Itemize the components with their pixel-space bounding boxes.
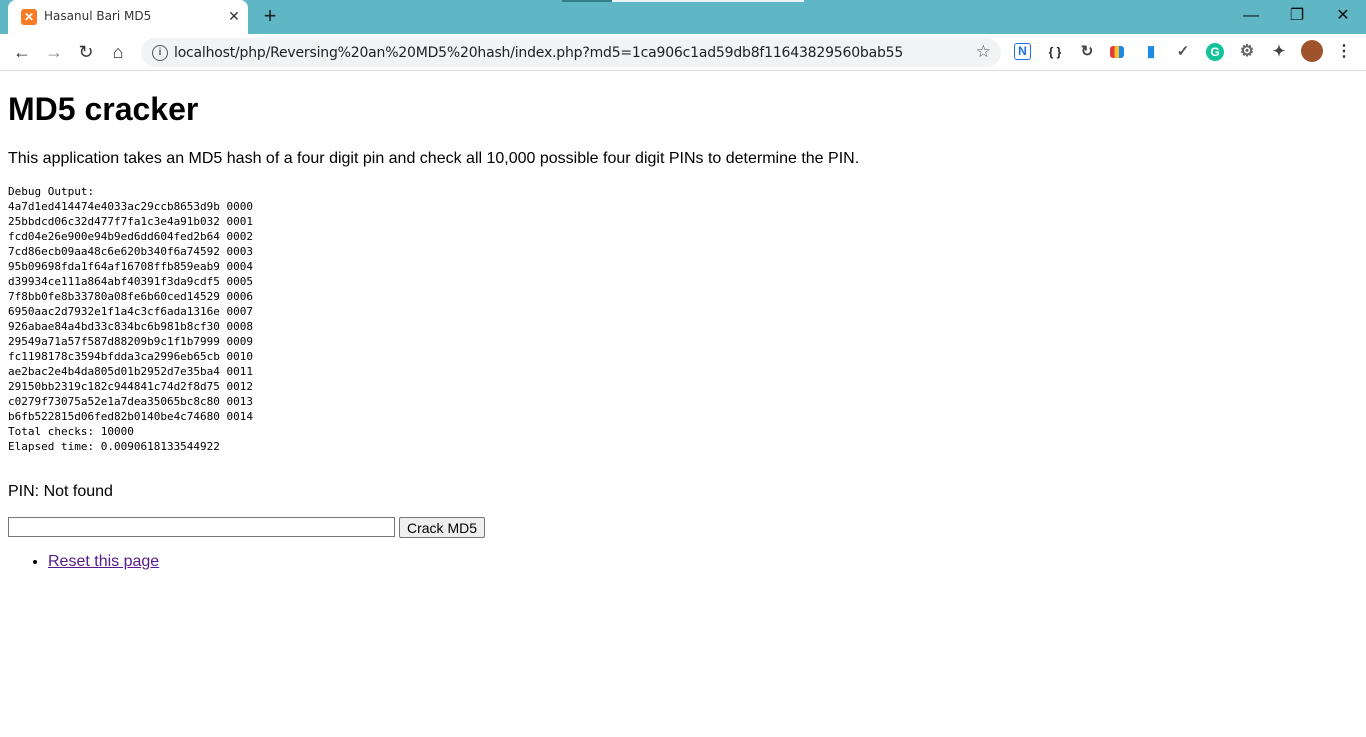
reload-icon[interactable]: ↻ (75, 41, 97, 63)
tab-close-icon[interactable]: ✕ (225, 7, 243, 25)
tab-strip: ✕ Hasanul Bari MD5 ✕ + — ❐ ✕ (0, 0, 1366, 34)
window-close-icon[interactable]: ✕ (1328, 6, 1358, 26)
debug-line: 4a7d1ed414474e4033ac29ccb8653d9b 0000 (8, 200, 254, 213)
total-checks: Total checks: 10000 (8, 425, 134, 438)
reset-page-link[interactable]: Reset this page (48, 553, 159, 570)
debug-line: d39934ce111a864abf40391f3da9cdf5 0005 (8, 275, 254, 288)
debug-line: 926abae84a4bd33c834bc6b981b8cf30 0008 (8, 320, 254, 333)
debug-line: 29549a71a57f587d88209b9c1f1b7999 0009 (8, 335, 254, 348)
list-item: Reset this page (48, 553, 1358, 571)
chart-extension-icon[interactable]: ▮ (1142, 43, 1160, 61)
debug-line: 7f8bb0fe8b33780a08fe6b60ced14529 0006 (8, 290, 254, 303)
debug-lines: 4a7d1ed414474e4033ac29ccb8653d9b 0000 25… (8, 200, 253, 423)
back-icon[interactable]: ← (11, 41, 33, 63)
tab-active[interactable]: ✕ Hasanul Bari MD5 ✕ (8, 0, 248, 34)
sync-extension-icon[interactable]: ↻ (1078, 43, 1096, 61)
debug-line: 6950aac2d7932e1f1a4c3cf6ada1316e 0007 (8, 305, 254, 318)
xampp-favicon-icon: ✕ (21, 9, 37, 25)
debug-line: 95b09698fda1f64af16708ffb859eab9 0004 (8, 260, 254, 273)
eyedropper-icon[interactable]: ✓ (1174, 43, 1192, 61)
pin-result: PIN: Not found (8, 483, 113, 500)
page-content: MD5 cracker This application takes an MD… (8, 70, 1358, 571)
debug-line: 7cd86ecb09aa48c6e620b340f6a74592 0003 (8, 245, 254, 258)
page-description: This application takes an MD5 hash of a … (8, 150, 860, 167)
new-tab-icon[interactable]: + (258, 5, 282, 29)
tabstrip-accent-light (612, 0, 804, 2)
crack-md5-button[interactable]: Crack MD5 (399, 517, 486, 538)
links-list: Reset this page (8, 553, 1358, 571)
extensions-puzzle-icon[interactable]: ✦ (1270, 43, 1288, 61)
profile-avatar[interactable] (1301, 40, 1323, 62)
address-bar[interactable]: i localhost/php/Reversing%20an%20MD5%20h… (141, 38, 1001, 67)
debug-line: b6fb522815d06fed82b0140be4c74680 0014 (8, 410, 254, 423)
forward-icon[interactable]: → (43, 41, 65, 63)
debug-line: fc1198178c3594bfdda3ca2996eb65cb 0010 (8, 350, 254, 363)
md5-input[interactable] (8, 517, 395, 537)
minimize-icon[interactable]: — (1236, 6, 1266, 26)
restore-icon[interactable]: ❐ (1282, 6, 1312, 26)
menu-kebab-icon[interactable]: ⋮ (1335, 43, 1353, 61)
elapsed-time: Elapsed time: 0.0090618133544922 (8, 440, 220, 453)
debug-line: 29150bb2319c182c944841c74d2f8d75 0012 (8, 380, 254, 393)
debug-line: ae2bac2e4b4da805d01b2952d7e35ba4 0011 (8, 365, 254, 378)
debug-line: 25bbdcd06c32d477f7fa1c3e4a91b032 0001 (8, 215, 254, 228)
grammarly-icon[interactable]: G (1206, 43, 1224, 61)
color-extension-icon[interactable] (1110, 46, 1124, 58)
bookmark-star-icon[interactable]: ☆ (976, 42, 991, 62)
debug-line: fcd04e26e900e94b9ed6dd604fed2b64 0002 (8, 230, 254, 243)
json-extension-icon[interactable]: { } (1046, 43, 1064, 61)
tabstrip-accent-dark (562, 0, 612, 2)
settings-extension-icon[interactable]: ⚙ (1238, 43, 1256, 61)
crack-form: Crack MD5 (8, 517, 1358, 539)
extension-n-icon[interactable]: N (1014, 43, 1031, 60)
home-icon[interactable]: ⌂ (107, 41, 129, 63)
page-title: MD5 cracker (8, 91, 199, 127)
debug-header: Debug Output: (8, 185, 95, 198)
site-info-icon[interactable]: i (152, 45, 168, 61)
browser-toolbar: ← → ↻ ⌂ i localhost/php/Reversing%20an%2… (0, 34, 1366, 71)
debug-line: c0279f73075a52e1a7dea35065bc8c80 0013 (8, 395, 254, 408)
address-url[interactable]: localhost/php/Reversing%20an%20MD5%20has… (174, 45, 903, 61)
tab-title: Hasanul Bari MD5 (44, 9, 152, 23)
debug-output: Debug Output: 4a7d1ed414474e4033ac29ccb8… (8, 184, 1358, 454)
